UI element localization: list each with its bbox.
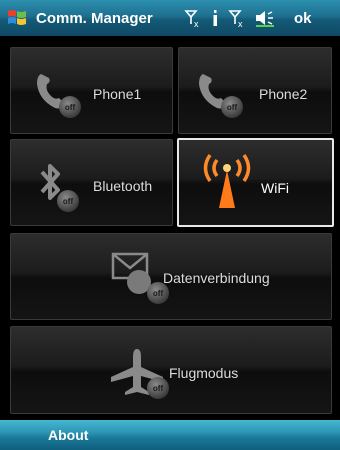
about-softkey[interactable]: About [48,427,88,443]
data-connection-off-icon[interactable]: x [184,8,202,28]
start-button[interactable] [0,0,34,36]
off-badge: off [57,190,79,212]
data-connection-label: Datenverbindung [163,270,270,286]
status-icons: x x ok [184,8,312,28]
wifi-label: WiFi [261,180,289,196]
comm-tiles-grid: off Phone1 off Phone2 off Bluetooth WiFi… [0,36,340,420]
flight-mode-tile[interactable]: off Flugmodus [10,326,332,414]
wifi-antenna-icon [201,152,253,212]
phone2-tile[interactable]: off Phone2 [178,47,332,134]
windows-start-icon [8,10,26,25]
ok-button[interactable]: ok [294,10,312,27]
svg-text:x: x [238,19,243,28]
wifi-tile[interactable]: WiFi [177,138,334,227]
off-badge: off [221,96,243,118]
title-bar: Comm. Manager x x ok [0,0,340,36]
off-badge: off [147,377,169,399]
phone1-tile[interactable]: off Phone1 [10,47,173,134]
phone2-label: Phone2 [259,86,308,102]
signal-bars-icon[interactable] [210,8,220,28]
signal-off-icon[interactable]: x [228,8,246,28]
volume-icon[interactable] [254,8,276,28]
data-connection-tile[interactable]: off Datenverbindung [10,233,332,320]
flight-mode-label: Flugmodus [169,365,239,381]
off-badge: off [59,96,81,118]
phone1-label: Phone1 [93,86,142,102]
svg-text:x: x [194,19,199,28]
bluetooth-label: Bluetooth [93,178,153,194]
softkey-bar: About [0,420,340,450]
bluetooth-tile[interactable]: off Bluetooth [10,139,173,226]
app-title: Comm. Manager [36,9,153,27]
